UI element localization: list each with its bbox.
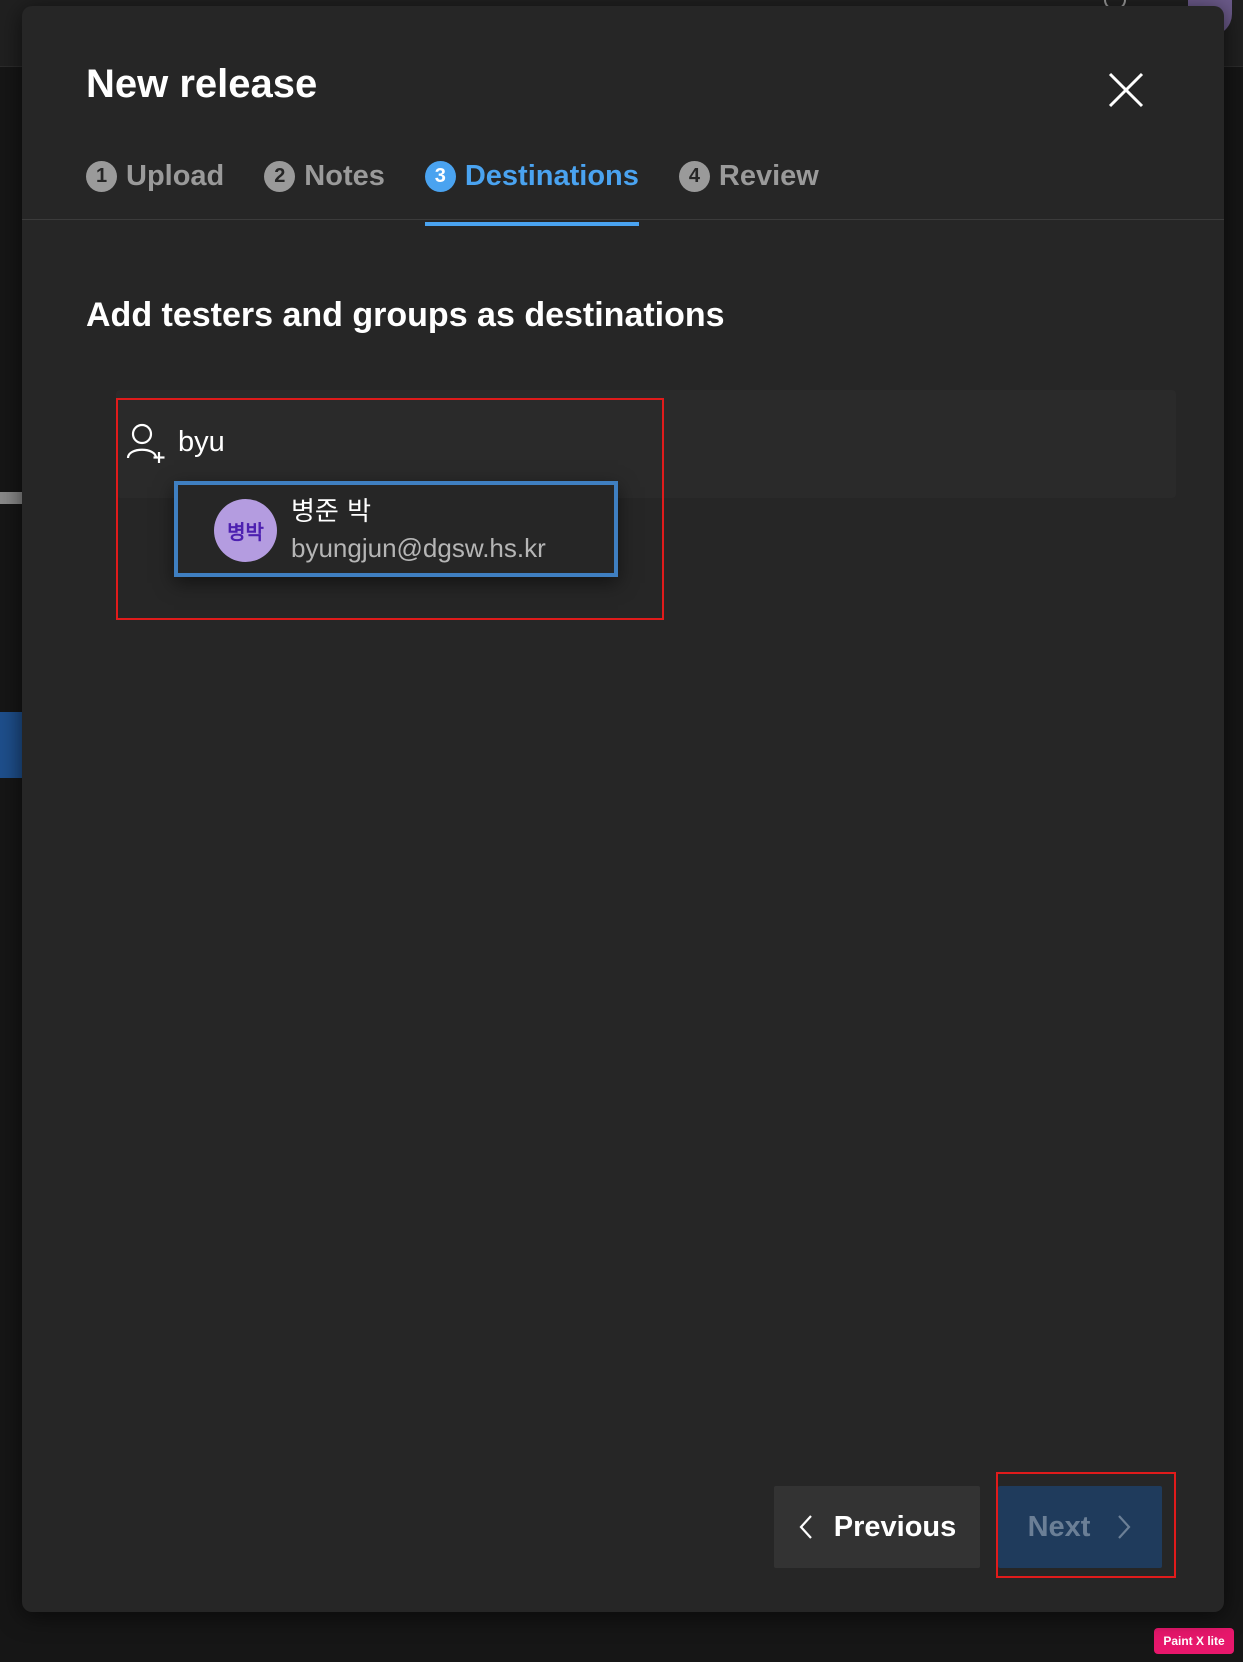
dialog-title: New release [86, 62, 318, 106]
step-number: 3 [424, 160, 456, 192]
previous-label: Previous [833, 1510, 957, 1543]
add-user-icon [126, 420, 170, 464]
chevron-left-icon [799, 1515, 812, 1539]
tab-destinations[interactable]: 3 Destinations [424, 146, 639, 226]
background-button-fragment [0, 712, 24, 778]
tab-label: Destinations [464, 159, 639, 192]
close-button[interactable] [1102, 66, 1150, 114]
avatar: 병박 [214, 499, 277, 562]
paint-x-lite-badge: Paint X lite [1154, 1628, 1234, 1654]
step-tabs: 1 Upload 2 Notes 3 Destinations 4 Review [86, 146, 819, 226]
tab-review[interactable]: 4 Review [678, 146, 819, 206]
tab-label: Upload [126, 159, 225, 192]
step-number: 2 [264, 160, 296, 192]
chevron-right-icon [1118, 1515, 1131, 1539]
tab-label: Notes [304, 159, 385, 192]
next-label: Next [1027, 1510, 1091, 1543]
suggestion-name: 병준 박 [291, 497, 372, 527]
previous-button[interactable]: Previous [774, 1486, 980, 1568]
step-number: 4 [678, 160, 710, 192]
tab-notes[interactable]: 2 Notes [264, 146, 385, 206]
section-heading: Add testers and groups as destinations [86, 296, 725, 334]
tab-divider [22, 219, 1224, 220]
tab-label: Review [718, 159, 819, 192]
suggestion-email: byungjun@dgsw.hs.kr [291, 533, 546, 563]
next-button[interactable]: Next [998, 1486, 1162, 1568]
step-number: 1 [86, 160, 117, 192]
destination-search-input[interactable] [178, 422, 678, 462]
new-release-dialog: New release 1 Upload 2 Notes 3 Destinati… [22, 6, 1224, 1612]
background-fragment [0, 492, 22, 504]
tab-upload[interactable]: 1 Upload [86, 146, 224, 206]
close-icon [1108, 72, 1144, 108]
suggestion-item[interactable]: 병박 병준 박 byungjun@dgsw.hs.kr [174, 481, 618, 577]
